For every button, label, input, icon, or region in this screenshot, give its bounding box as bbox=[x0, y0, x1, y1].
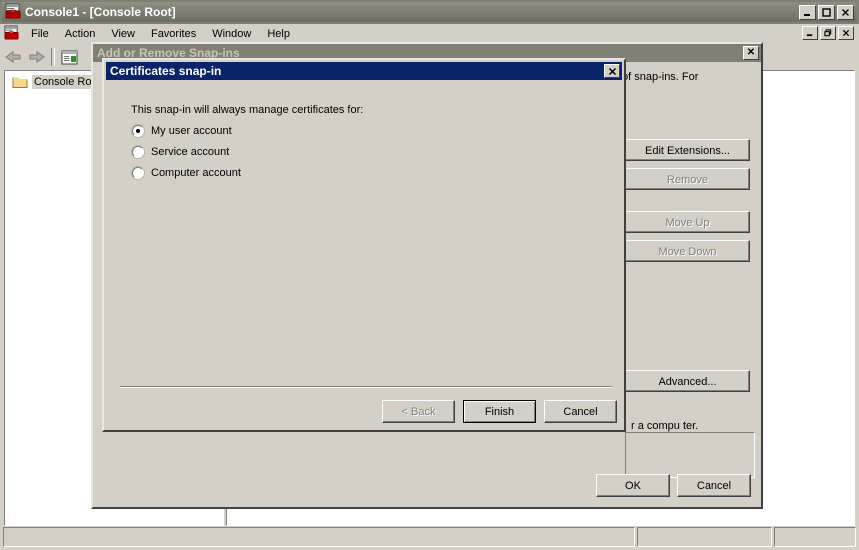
maximize-button[interactable] bbox=[818, 5, 835, 20]
snapins-button-row: OK Cancel bbox=[596, 474, 751, 497]
back-arrow-icon[interactable] bbox=[2, 46, 25, 68]
child-close-button[interactable] bbox=[838, 26, 854, 40]
snapins-description-text: of snap-ins. For bbox=[622, 71, 698, 83]
snapins-close-button[interactable]: ✕ bbox=[743, 46, 759, 60]
close-button[interactable] bbox=[837, 5, 854, 20]
back-button: < Back bbox=[382, 400, 455, 423]
main-titlebar[interactable]: Console1 - [Console Root] bbox=[2, 2, 857, 22]
snapins-lower-text: r a compu ter. bbox=[631, 420, 698, 432]
status-pane-tertiary bbox=[774, 527, 856, 547]
child-restore-button[interactable] bbox=[820, 26, 836, 40]
statusbar bbox=[3, 527, 856, 547]
status-pane-main bbox=[3, 527, 635, 547]
certificates-prompt-label: This snap-in will always manage certific… bbox=[131, 104, 363, 116]
status-pane-secondary bbox=[637, 527, 772, 547]
certificates-dialog-titlebar[interactable]: Certificates snap-in bbox=[106, 62, 622, 80]
edit-extensions-button[interactable]: Edit Extensions... bbox=[625, 139, 750, 161]
forward-arrow-icon[interactable] bbox=[25, 46, 48, 68]
cancel-button[interactable]: Cancel bbox=[677, 474, 751, 497]
show-hide-console-tree-icon[interactable] bbox=[58, 46, 81, 68]
move-down-button: Move Down bbox=[625, 240, 750, 262]
advanced-button[interactable]: Advanced... bbox=[625, 370, 750, 392]
radio-my-user-account[interactable]: My user account bbox=[132, 125, 232, 137]
radio-indicator-icon bbox=[132, 167, 144, 179]
radio-computer-account[interactable]: Computer account bbox=[132, 167, 241, 179]
dialog-separator bbox=[120, 386, 612, 388]
mmc-console-icon bbox=[5, 3, 21, 22]
child-minimize-button[interactable] bbox=[802, 26, 818, 40]
cancel-button[interactable]: Cancel bbox=[544, 400, 617, 423]
toolbar-separator bbox=[51, 48, 55, 66]
finish-button[interactable]: Finish bbox=[463, 400, 536, 423]
radio-service-account[interactable]: Service account bbox=[132, 146, 229, 158]
main-window-controls bbox=[799, 5, 854, 20]
certificates-dialog-title: Certificates snap-in bbox=[106, 64, 221, 78]
certificates-snapin-dialog: Certificates snap-in This snap-in will a… bbox=[102, 58, 626, 432]
child-window-caption bbox=[2, 24, 857, 44]
move-up-button: Move Up bbox=[625, 211, 750, 233]
remove-button: Remove bbox=[625, 168, 750, 190]
wizard-button-row: < Back Finish Cancel bbox=[382, 400, 617, 423]
folder-icon bbox=[12, 75, 28, 89]
minimize-button[interactable] bbox=[799, 5, 816, 20]
certificates-close-button[interactable] bbox=[604, 64, 620, 78]
radio-label: Service account bbox=[151, 146, 229, 158]
snapins-description-box bbox=[625, 432, 755, 478]
window-title: Console1 - [Console Root] bbox=[25, 5, 176, 19]
child-window-controls bbox=[802, 26, 854, 40]
radio-indicator-icon bbox=[132, 125, 144, 137]
ok-button[interactable]: OK bbox=[596, 474, 670, 497]
radio-label: Computer account bbox=[151, 167, 241, 179]
radio-label: My user account bbox=[151, 125, 232, 137]
radio-indicator-icon bbox=[132, 146, 144, 158]
